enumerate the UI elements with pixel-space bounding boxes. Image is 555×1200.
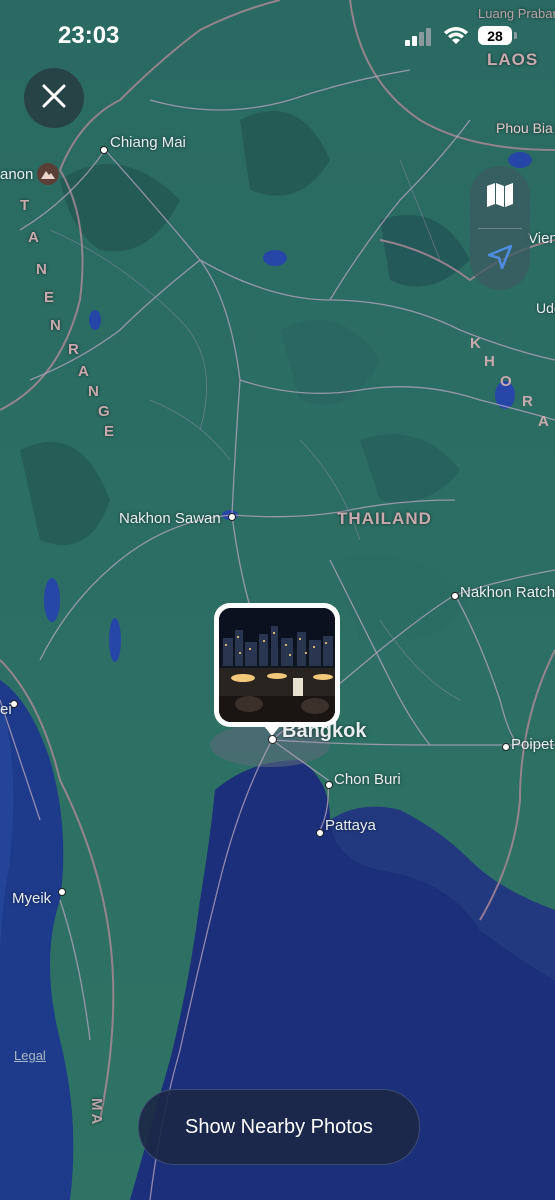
wifi-icon (443, 26, 469, 46)
battery-icon: 28 (478, 26, 518, 47)
battery-level: 28 (487, 27, 503, 44)
svg-text:T: T (20, 197, 30, 214)
label-phou-bia[interactable]: Phou Bia (496, 120, 553, 136)
svg-text:N: N (88, 383, 100, 400)
svg-text:N: N (50, 317, 62, 334)
close-icon (41, 83, 67, 114)
svg-text:H: H (484, 353, 495, 370)
close-button[interactable] (24, 68, 84, 128)
status-time: 23:03 (58, 22, 120, 49)
label-myeik[interactable]: Myeik (12, 890, 51, 907)
myeik-marker (58, 888, 66, 896)
label-ma: MA (88, 1098, 105, 1128)
svg-text:R: R (522, 393, 533, 410)
svg-text:E: E (44, 289, 55, 306)
label-nakhon-ratch[interactable]: Nakhon Ratch (460, 584, 555, 601)
svg-text:A: A (538, 413, 549, 430)
chiang-mai-marker (100, 146, 108, 154)
nakhon-sawan-marker (228, 513, 236, 521)
svg-text:O: O (500, 373, 512, 390)
label-vien[interactable]: Vien (528, 230, 555, 247)
photo-pin[interactable] (214, 603, 340, 727)
show-nearby-photos-label: Show Nearby Photos (185, 1115, 373, 1138)
svg-text:R: R (68, 341, 80, 358)
legal-link[interactable]: Legal (14, 1048, 46, 1063)
svg-text:N: N (36, 261, 48, 278)
map-controls (470, 166, 530, 290)
tanen-range-text: T A N E N R A N G E (20, 197, 115, 440)
svg-text:E: E (104, 423, 115, 440)
photo-thumbnail (219, 608, 335, 722)
label-udo[interactable]: Udo (536, 300, 555, 316)
svg-text:K: K (470, 335, 481, 352)
svg-text:A: A (28, 229, 40, 246)
nakhon-ratch-marker (451, 592, 459, 600)
label-anon[interactable]: anon (0, 166, 33, 183)
location-arrow-icon (487, 244, 513, 275)
bangkok-marker (268, 735, 277, 744)
khorat-text: K H O R A (470, 335, 549, 430)
map-mode-button[interactable] (470, 166, 530, 228)
label-ei[interactable]: ei (0, 701, 12, 718)
label-nakhon-sawan[interactable]: Nakhon Sawan (119, 510, 221, 527)
poipet-marker (502, 743, 510, 751)
svg-text:G: G (98, 403, 111, 420)
show-nearby-photos-button[interactable]: Show Nearby Photos (138, 1089, 420, 1165)
label-khorat: K H O R A (466, 330, 555, 440)
label-chon-buri[interactable]: Chon Buri (334, 771, 401, 788)
label-pattaya[interactable]: Pattaya (325, 817, 376, 834)
label-chiang-mai[interactable]: Chiang Mai (110, 134, 186, 151)
svg-text:A: A (78, 363, 90, 380)
pattaya-marker (316, 829, 324, 837)
label-tanen-range: T A N E N R A N G E (18, 190, 118, 440)
status-bar: 23:03 28 (0, 0, 555, 70)
night-city-photo (219, 608, 335, 722)
cellular-signal-icon (405, 28, 433, 46)
mountain-icon (37, 163, 59, 185)
current-location-button[interactable] (470, 229, 530, 290)
chon-buri-marker (325, 781, 333, 789)
map-icon (486, 182, 514, 213)
label-poipet[interactable]: Poipet (511, 736, 554, 753)
label-thailand[interactable]: THAILAND (337, 509, 432, 529)
